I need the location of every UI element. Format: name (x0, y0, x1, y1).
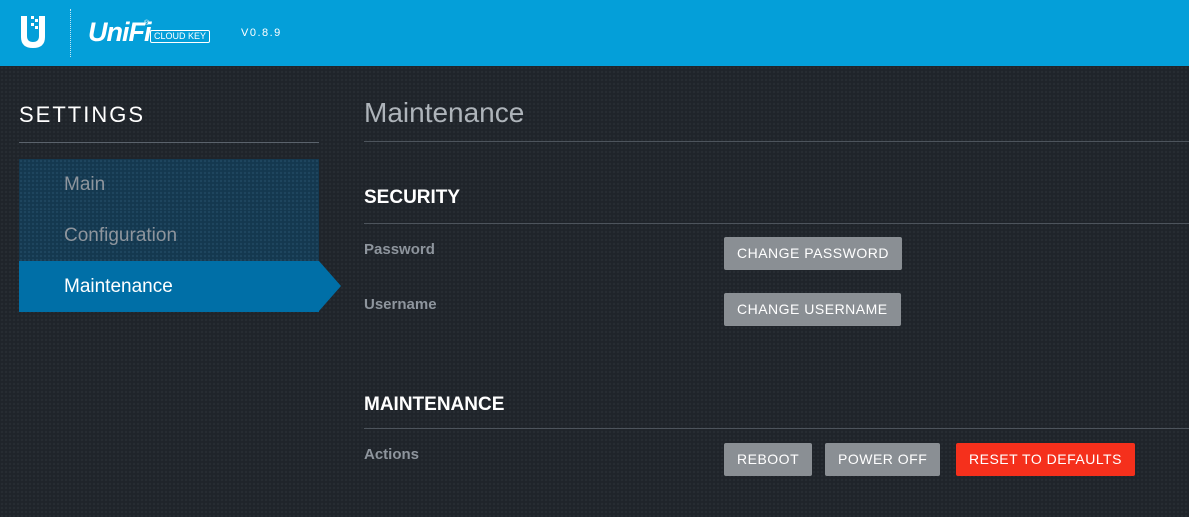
username-label: Username (364, 296, 437, 313)
sidebar-divider (19, 142, 319, 143)
product-badge: CLOUD KEY (150, 30, 211, 43)
actions-label: Actions (364, 446, 420, 463)
sidebar-title: SETTINGS (19, 102, 146, 127)
brand-logo[interactable]: UniFi (88, 17, 151, 47)
firmware-version: V0.8.9 (241, 27, 282, 39)
reset-to-defaults-button[interactable]: RESET TO DEFAULTS (956, 443, 1135, 476)
maintenance-section-title: MAINTENANCE (364, 394, 505, 415)
change-username-button[interactable]: CHANGE USERNAME (724, 293, 901, 326)
reboot-button[interactable]: REBOOT (724, 443, 813, 476)
ubiquiti-u-logo-icon[interactable] (17, 14, 49, 50)
title-divider (364, 141, 1189, 142)
password-label: Password (364, 241, 435, 258)
sidebar-item-main[interactable]: Main (19, 159, 319, 210)
main-area: SETTINGS Main Configuration Maintenance … (0, 66, 1189, 517)
power-off-button[interactable]: POWER OFF (825, 443, 941, 476)
sidebar-item-configuration[interactable]: Configuration (19, 210, 319, 261)
maintenance-section-divider (364, 428, 1189, 429)
change-password-button[interactable]: CHANGE PASSWORD (724, 237, 902, 270)
top-bar: UniFi ® CLOUD KEY V0.8.9 (0, 0, 1189, 66)
security-section-title: SECURITY (364, 187, 461, 208)
page-title: Maintenance (364, 97, 525, 128)
security-section-divider (364, 223, 1189, 224)
active-item-arrow (319, 261, 341, 311)
registered-mark: ® (144, 20, 150, 27)
sidebar-item-maintenance[interactable]: Maintenance (19, 261, 319, 312)
logo-divider (70, 9, 71, 57)
settings-nav: Main Configuration Maintenance (19, 159, 319, 312)
